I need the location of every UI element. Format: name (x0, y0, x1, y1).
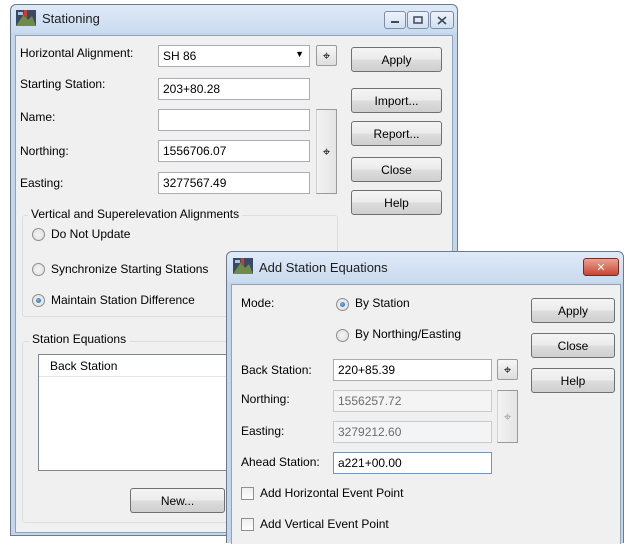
add-horizontal-event-label[interactable]: Add Horizontal Event Point (260, 486, 403, 500)
import-button[interactable]: Import... (351, 88, 442, 113)
crosshair-icon: ⌖ (503, 408, 512, 424)
dialog-easting-input: 3279212.60 (333, 421, 492, 443)
add-station-equations-dialog: Add Station Equations ✕ Mode: By Station… (226, 251, 624, 544)
horizontal-alignment-select[interactable]: SH 86 ▼ (158, 45, 310, 67)
new-equation-button[interactable]: New... (130, 488, 225, 513)
maintain-difference-radio[interactable] (32, 294, 45, 307)
mode-label: Mode: (241, 296, 275, 310)
starting-station-input[interactable]: 203+80.28 (158, 78, 310, 100)
dialog-easting-label: Easting: (241, 424, 285, 438)
station-equations-group-title: Station Equations (29, 332, 130, 346)
vertical-alignments-group-title: Vertical and Superelevation Alignments (28, 207, 243, 221)
add-station-client-area: Mode: By Station By Northing/Easting Bac… (231, 284, 621, 544)
pick-alignment-button[interactable]: ⌖ (316, 45, 337, 66)
horizontal-alignment-value: SH 86 (163, 49, 197, 63)
dialog-title: Add Station Equations (259, 260, 388, 275)
chevron-down-icon: ▼ (295, 49, 304, 59)
pick-point-button[interactable]: ⌖ (316, 109, 337, 194)
easting-label: Easting: (20, 176, 64, 190)
do-not-update-label[interactable]: Do Not Update (51, 227, 130, 241)
add-horizontal-event-checkbox[interactable] (241, 487, 254, 500)
help-button[interactable]: Help (351, 190, 442, 215)
add-vertical-event-label[interactable]: Add Vertical Event Point (260, 517, 389, 531)
add-vertical-event-checkbox[interactable] (241, 518, 254, 531)
minimize-icon[interactable] (384, 11, 406, 29)
easting-input[interactable]: 3277567.49 (158, 172, 310, 194)
back-station-input[interactable]: 220+85.39 (333, 359, 492, 381)
window-title: Stationing (42, 11, 100, 26)
crosshair-icon: ⌖ (322, 143, 331, 159)
add-station-title-bar[interactable]: Add Station Equations ✕ (227, 252, 623, 282)
pick-back-station-button[interactable]: ⌖ (497, 359, 518, 380)
starting-station-label: Starting Station: (20, 77, 106, 91)
dialog-apply-button[interactable]: Apply (531, 298, 615, 323)
dialog-northing-input: 1556257.72 (333, 390, 492, 412)
northing-label: Northing: (20, 144, 69, 158)
pick-coordinate-button: ⌖ (497, 390, 518, 443)
close-icon[interactable] (430, 11, 454, 29)
dialog-help-button[interactable]: Help (531, 368, 615, 393)
dialog-close-button[interactable]: Close (531, 333, 615, 358)
ahead-station-label: Ahead Station: (241, 455, 320, 469)
surveying-app-icon (233, 258, 253, 274)
close-button[interactable]: Close (351, 157, 442, 182)
by-northing-easting-label[interactable]: By Northing/Easting (355, 327, 461, 341)
report-button[interactable]: Report... (351, 121, 442, 146)
by-station-radio[interactable] (336, 298, 349, 311)
synchronize-radio[interactable] (32, 263, 45, 276)
maximize-icon[interactable] (407, 11, 429, 29)
synchronize-label[interactable]: Synchronize Starting Stations (51, 262, 208, 276)
northing-input[interactable]: 1556706.07 (158, 140, 310, 162)
maintain-difference-label[interactable]: Maintain Station Difference (51, 293, 195, 307)
name-input[interactable] (158, 109, 310, 131)
stationing-title-bar[interactable]: Stationing (11, 5, 457, 33)
apply-button[interactable]: Apply (351, 47, 442, 72)
dialog-northing-label: Northing: (241, 392, 290, 406)
by-northing-easting-radio[interactable] (336, 329, 349, 342)
do-not-update-radio[interactable] (32, 228, 45, 241)
horizontal-alignment-label: Horizontal Alignment: (20, 46, 134, 60)
back-station-label: Back Station: (241, 363, 312, 377)
ahead-station-input[interactable]: a221+00.00 (333, 452, 492, 474)
crosshair-icon: ⌖ (503, 361, 512, 377)
close-icon[interactable]: ✕ (583, 258, 619, 276)
crosshair-icon: ⌖ (322, 47, 331, 63)
name-label: Name: (20, 110, 56, 124)
surveying-app-icon (16, 10, 36, 26)
by-station-label[interactable]: By Station (355, 296, 410, 310)
